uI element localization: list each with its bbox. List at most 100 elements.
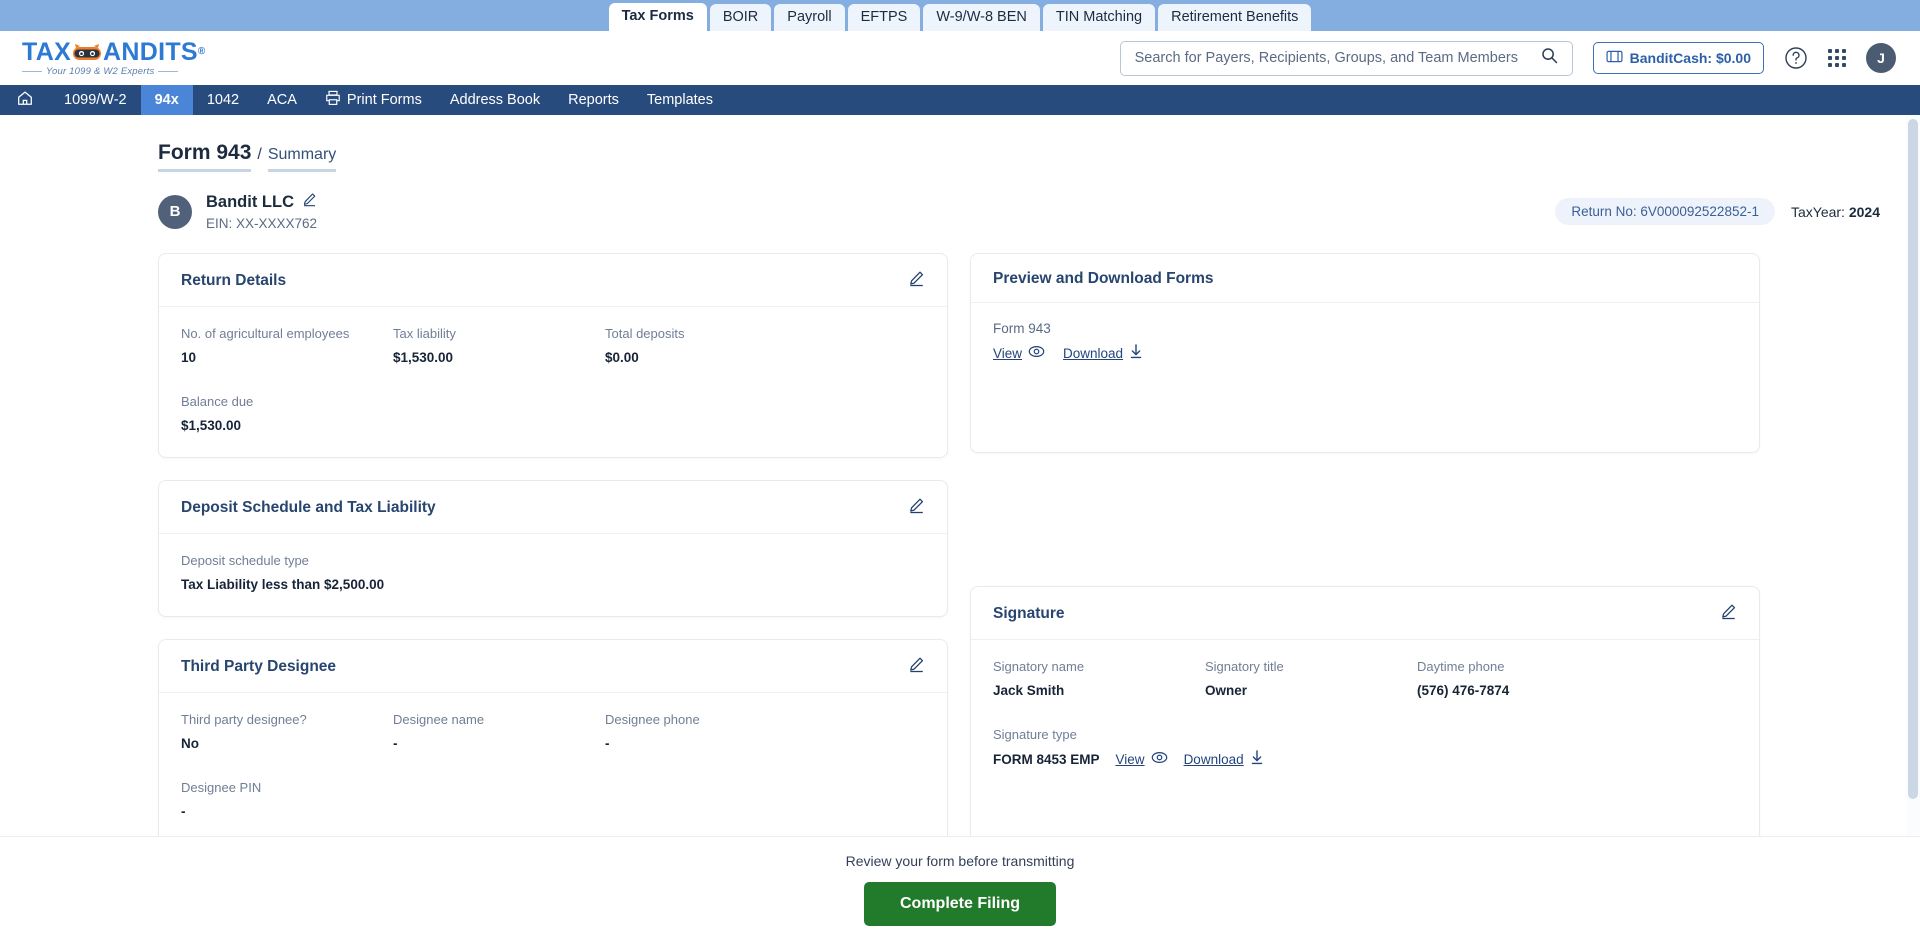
home-icon [16, 89, 34, 111]
field-label: Daytime phone [1417, 659, 1505, 674]
logo-tagline: Your 1099 & W2 Experts [22, 67, 206, 77]
product-tab-label: W-9/W-8 BEN [936, 9, 1027, 25]
page-scrollbar-thumb[interactable] [1908, 119, 1918, 799]
registered-mark: ® [197, 46, 206, 58]
nav-1042[interactable]: 1042 [193, 85, 253, 115]
field-label: Balance due [181, 394, 254, 409]
card-body: Third party designee? No Designee name -… [159, 693, 947, 843]
card-body: No. of agricultural employees 10 Tax lia… [159, 307, 947, 457]
user-avatar[interactable]: J [1866, 43, 1896, 73]
breadcrumb-form[interactable]: Form 943 [158, 141, 252, 172]
apps-grid-icon[interactable] [1828, 49, 1846, 67]
product-tab-strip: Tax Forms BOIR Payroll EFTPS W-9/W-8 BEN… [0, 0, 1920, 31]
logo-wordmark: TAX ANDITS ® [22, 39, 206, 65]
field-row: Designee PIN - [181, 779, 925, 821]
product-tab-w9-w8ben[interactable]: W-9/W-8 BEN [923, 4, 1040, 31]
field-balance-due: Balance due $1,530.00 [181, 393, 393, 435]
nav-address-book[interactable]: Address Book [436, 85, 554, 115]
left-column: Return Details No. of agricultural emplo… [158, 253, 948, 902]
field-value: 10 [181, 350, 197, 365]
field-label: Designee PIN [181, 780, 262, 795]
payer-name: Bandit LLC [206, 192, 294, 211]
view-form-link[interactable]: View [993, 345, 1045, 361]
product-tab-label: Tax Forms [621, 8, 694, 24]
footer-note: Review your form before transmitting [845, 853, 1075, 869]
card-title: Third Party Designee [181, 658, 337, 675]
field-value: Jack Smith [993, 683, 1065, 698]
download-label: Download [1183, 751, 1244, 767]
nav-print-forms[interactable]: Print Forms [311, 85, 436, 115]
field-label: No. of agricultural employees [181, 326, 350, 341]
nav-reports[interactable]: Reports [554, 85, 633, 115]
field-agricultural-employees: No. of agricultural employees 10 [181, 325, 393, 367]
product-tab-retirement-benefits[interactable]: Retirement Benefits [1158, 4, 1312, 31]
product-tab-tax-forms[interactable]: Tax Forms [608, 3, 707, 31]
nav-label: Templates [646, 92, 713, 108]
field-designee-name: Designee name - [393, 711, 605, 753]
bandit-cash-button[interactable]: BanditCash: $0.00 [1592, 42, 1764, 74]
card-title: Preview and Download Forms [993, 270, 1214, 287]
product-tab-label: TIN Matching [1055, 9, 1143, 25]
field-value: - [181, 804, 186, 819]
logo-tagline-text: Your 1099 & W2 Experts [46, 65, 155, 77]
field-value: $1,530.00 [181, 418, 242, 433]
edit-third-party-pencil-icon[interactable] [908, 656, 925, 678]
view-signature-link[interactable]: View [1116, 751, 1168, 767]
edit-payer-pencil-icon[interactable] [302, 192, 317, 212]
nav-aca[interactable]: ACA [253, 85, 311, 115]
view-label: View [1115, 751, 1145, 767]
card-signature: Signature Signatory name Jack Smith Sign… [970, 586, 1760, 854]
field-designee-phone: Designee phone - [605, 711, 817, 753]
nav-home[interactable] [0, 85, 50, 115]
nav-1099-w2[interactable]: 1099/W-2 [50, 85, 141, 115]
download-label: Download [1063, 345, 1124, 361]
field-designee-pin: Designee PIN - [181, 779, 393, 821]
field-row: No. of agricultural employees 10 Tax lia… [181, 325, 925, 367]
taxbandits-logo[interactable]: TAX ANDITS ® Your 1099 & W2 Experts [22, 39, 206, 77]
card-body: Deposit schedule type Tax Liability less… [159, 534, 947, 616]
search-icon[interactable] [1541, 47, 1558, 69]
field-value: No [181, 736, 199, 751]
complete-filing-button[interactable]: Complete Filing [864, 882, 1056, 926]
help-icon[interactable] [1784, 46, 1808, 70]
page-scrollbar[interactable] [1906, 115, 1920, 945]
edit-return-details-pencil-icon[interactable] [908, 270, 925, 292]
product-tab-payroll[interactable]: Payroll [774, 4, 845, 31]
nav-label: 94x [154, 92, 179, 108]
product-tab-boir[interactable]: BOIR [709, 4, 772, 31]
nav-label: 1099/W-2 [64, 92, 127, 108]
edit-deposit-schedule-pencil-icon[interactable] [908, 497, 925, 519]
view-label: View [993, 345, 1023, 361]
search-input[interactable] [1134, 50, 1541, 66]
payer-avatar-initial: B [169, 203, 181, 220]
bandit-cash-label: BanditCash: $0.00 [1629, 50, 1751, 66]
field-row: Third party designee? No Designee name -… [181, 711, 925, 753]
field-value: - [605, 736, 610, 751]
nav-templates[interactable]: Templates [633, 85, 727, 115]
field-value: $1,530.00 [393, 350, 454, 365]
app-header: TAX ANDITS ® Your 1099 & W2 Experts Sear… [0, 31, 1920, 85]
field-label: Designee phone [605, 712, 700, 727]
edit-signature-pencil-icon[interactable] [1720, 603, 1737, 625]
field-label: Tax liability [393, 326, 456, 341]
breadcrumb: Form 943 / Summary [158, 141, 1880, 172]
field-label: Signature type [993, 727, 1077, 742]
product-tab-tin-matching[interactable]: TIN Matching [1042, 4, 1156, 31]
field-row: Balance due $1,530.00 [181, 393, 925, 435]
field-signatory-name: Signatory name Jack Smith [993, 658, 1205, 700]
field-tax-liability: Tax liability $1,530.00 [393, 325, 605, 367]
nav-label: ACA [267, 92, 297, 108]
eye-icon [1028, 345, 1045, 361]
nav-label: Print Forms [346, 92, 422, 108]
bandit-mask-icon [72, 43, 102, 62]
download-signature-link[interactable]: Download [1184, 750, 1264, 768]
main-navigation: 1099/W-2 94x 1042 ACA Print Forms Addres… [0, 85, 1920, 115]
download-form-link[interactable]: Download [1063, 344, 1143, 362]
right-column: Preview and Download Forms Form 943 View [970, 253, 1760, 902]
breadcrumb-page: Summary [267, 146, 337, 172]
nav-94x[interactable]: 94x [140, 85, 193, 115]
product-tab-eftps[interactable]: EFTPS [847, 4, 921, 31]
global-search[interactable] [1119, 40, 1573, 76]
product-tab-label: EFTPS [860, 9, 908, 25]
field-third-party-designee: Third party designee? No [181, 711, 393, 753]
